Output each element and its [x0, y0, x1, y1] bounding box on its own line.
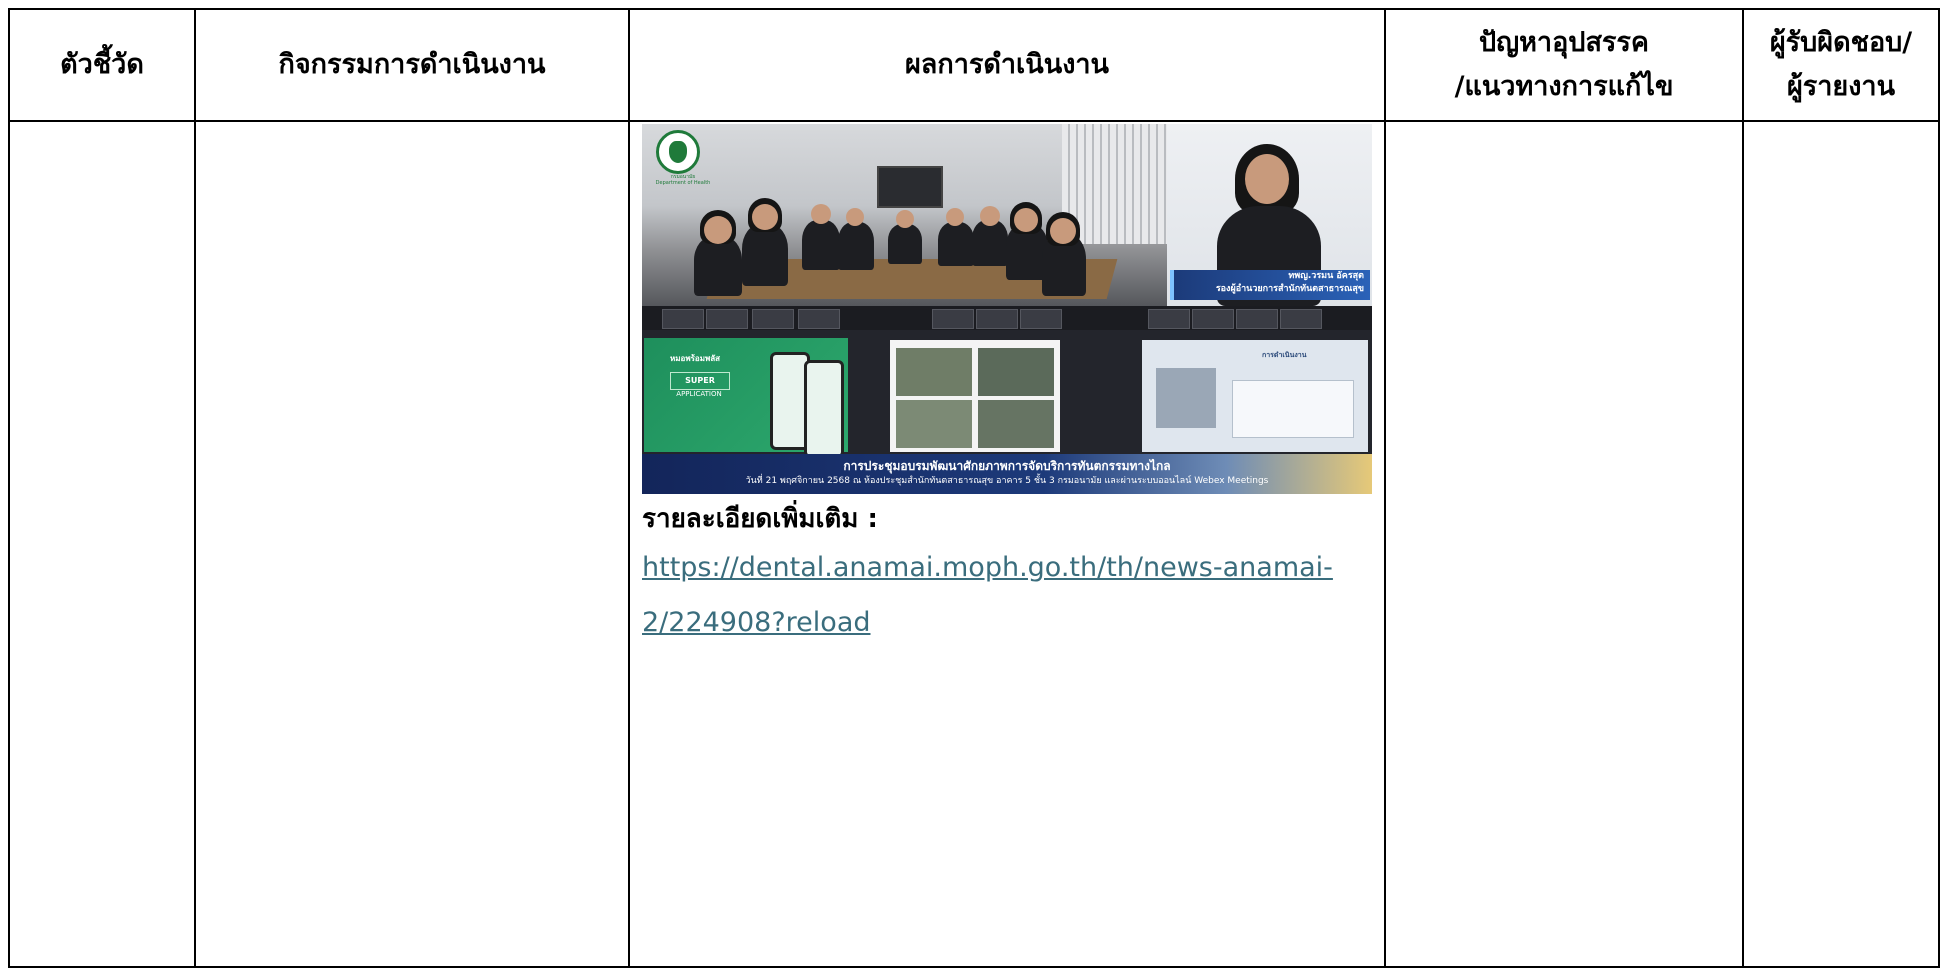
- more-details-label: รายละเอียดเพิ่มเติม :: [642, 504, 878, 534]
- cell-indicator: [8, 120, 196, 968]
- report-table: ตัวชี้วัด กิจกรรมการดำเนินงาน ผลการดำเนิ…: [8, 8, 1940, 968]
- table-header-row: ตัวชี้วัด กิจกรรมการดำเนินงาน ผลการดำเนิ…: [8, 8, 1940, 122]
- department-of-health-logo: [656, 130, 700, 174]
- photo-collage-slide: [890, 340, 1060, 452]
- news-link-line2[interactable]: 2/224908?reload: [642, 607, 871, 638]
- news-link[interactable]: https://dental.anamai.moph.go.th/th/news…: [642, 540, 1374, 650]
- wall-monitor: [877, 166, 943, 208]
- header-activities: กิจกรรมการดำเนินงาน: [194, 8, 630, 122]
- app-slide: หมอพร้อมพลัส SUPER APPLICATION: [644, 338, 848, 458]
- header-problems-line1: ปัญหาอุปสรรค: [1478, 27, 1649, 58]
- table-row: กรมอนามัย Department of Health ทพญ.วรมน …: [8, 120, 1940, 968]
- header-results: ผลการดำเนินงาน: [628, 8, 1386, 122]
- cell-responsible: [1742, 120, 1940, 968]
- header-indicator: ตัวชี้วัด: [8, 8, 196, 122]
- header-responsible-line1: ผู้รับผิดชอบ/: [1769, 27, 1913, 58]
- header-problems-line2: /แนวทางการแก้ไข: [1454, 71, 1674, 102]
- meeting-photo: กรมอนามัย Department of Health ทพญ.วรมน …: [642, 124, 1372, 494]
- document-page: ตัวชี้วัด กิจกรรมการดำเนินงาน ผลการดำเนิ…: [8, 8, 1940, 968]
- news-link-line1[interactable]: https://dental.anamai.moph.go.th/th/news…: [642, 552, 1333, 583]
- cell-results: กรมอนามัย Department of Health ทพญ.วรมน …: [628, 120, 1386, 968]
- video-thumbnails-strip: [642, 306, 1372, 330]
- header-responsible-line2: ผู้รายงาน: [1786, 71, 1896, 102]
- cell-problems: [1384, 120, 1744, 968]
- cell-activities: [194, 120, 630, 968]
- operations-slide: การดำเนินงาน: [1142, 340, 1368, 452]
- event-banner: การประชุมอบรมพัฒนาศักยภาพการจัดบริการทัน…: [642, 454, 1372, 494]
- header-responsible: ผู้รับผิดชอบ/ ผู้รายงาน: [1742, 8, 1940, 122]
- speaker-name-plate: ทพญ.วรมน อัครสุต รองผู้อำนวยการสำนักทันต…: [1170, 270, 1370, 300]
- header-problems: ปัญหาอุปสรรค /แนวทางการแก้ไข: [1384, 8, 1744, 122]
